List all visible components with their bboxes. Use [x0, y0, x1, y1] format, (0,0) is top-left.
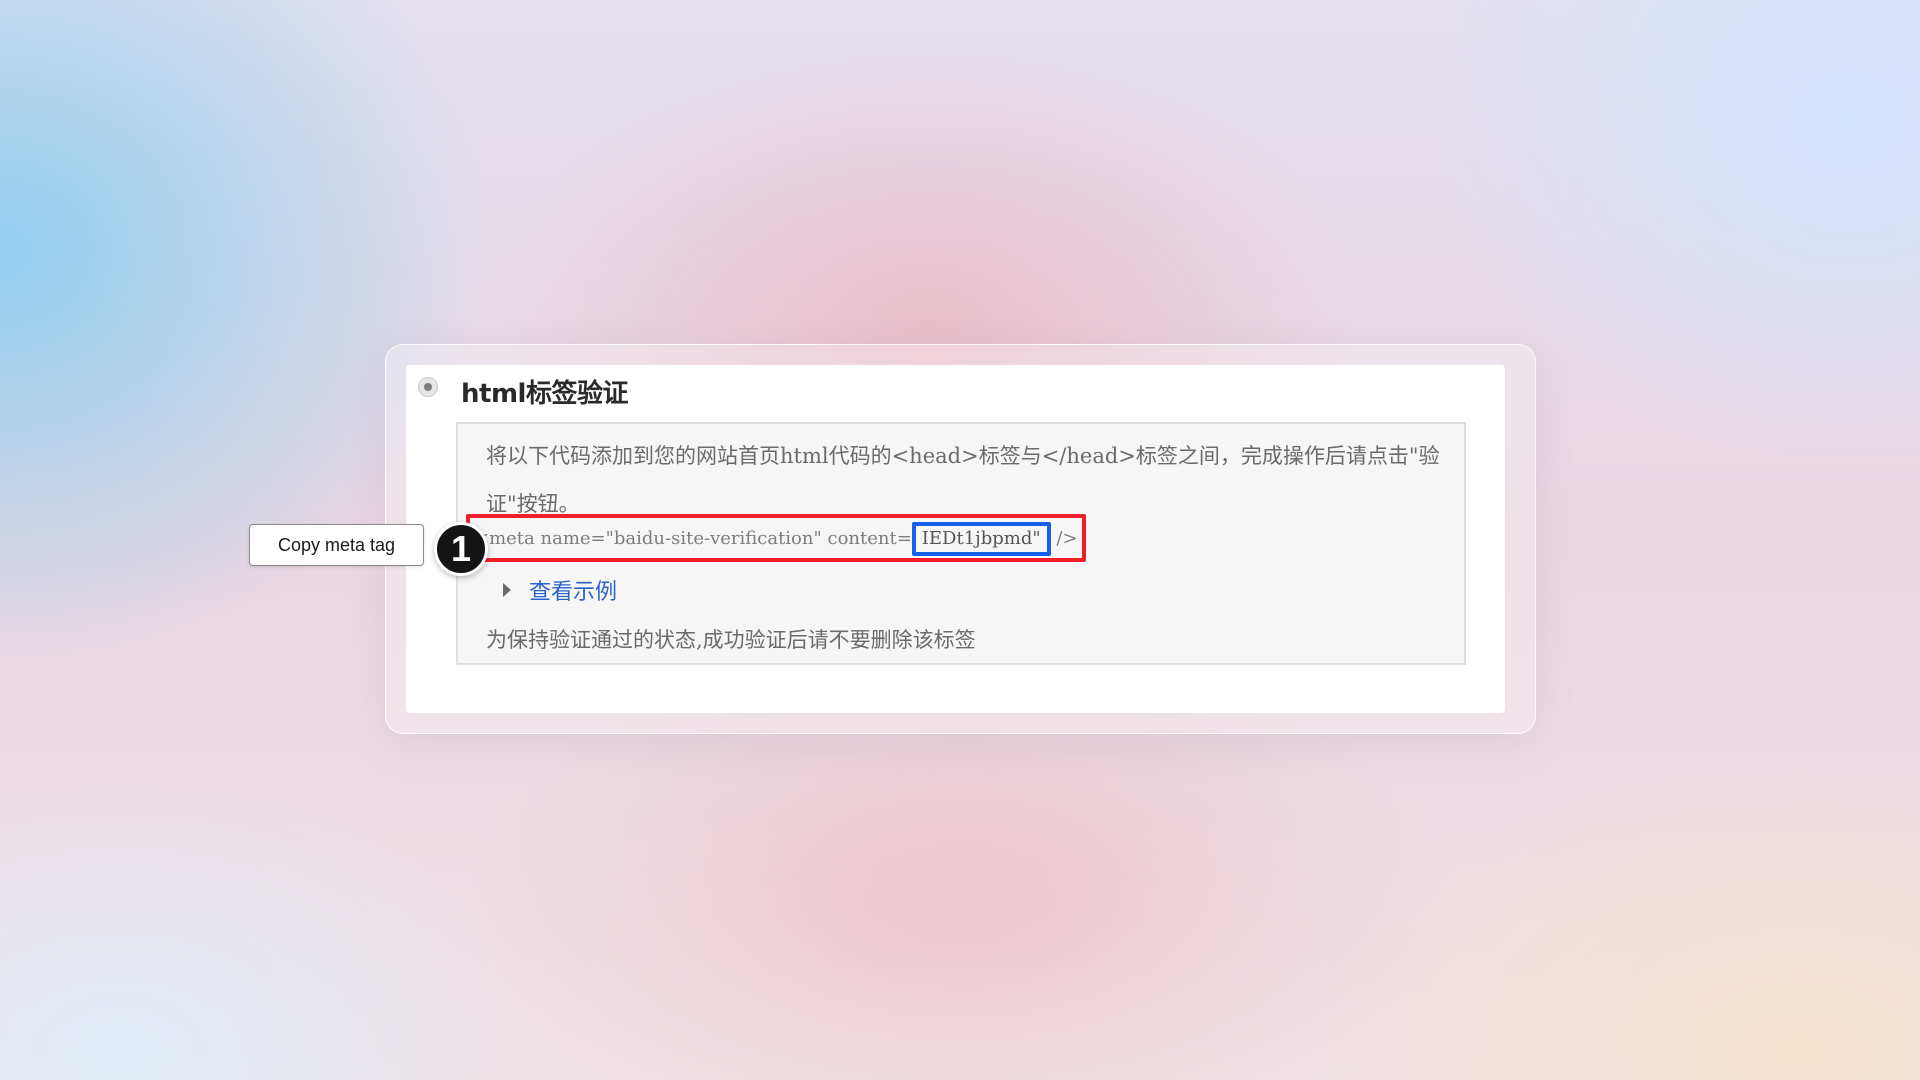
view-example-link[interactable]: 查看示例	[529, 574, 617, 606]
verification-radio[interactable]	[418, 377, 438, 397]
keep-tag-note: 为保持验证通过的状态,成功验证后请不要删除该标签	[486, 628, 976, 652]
verification-panel: html标签验证 将以下代码添加到您的网站首页html代码的<head>标签与<…	[406, 365, 1505, 713]
view-example-toggle[interactable]: 查看示例	[503, 574, 617, 606]
option-title: html标签验证	[461, 379, 628, 409]
step-number-badge: 1	[434, 522, 488, 576]
meta-tag-code[interactable]: <meta name="baidu-site-verification" con…	[474, 522, 1078, 556]
copy-meta-tag-tooltip: Copy meta tag	[249, 524, 424, 566]
caret-right-icon	[503, 583, 511, 597]
verification-code-value[interactable]: IEDt1jbpmd"	[911, 522, 1051, 556]
meta-tag-suffix: />	[1050, 528, 1078, 549]
radio-dot	[424, 383, 432, 391]
meta-tag-prefix: <meta name="baidu-site-verification" con…	[474, 528, 912, 549]
instruction-box: 将以下代码添加到您的网站首页html代码的<head>标签与</head>标签之…	[456, 422, 1466, 665]
panel-frame: html标签验证 将以下代码添加到您的网站首页html代码的<head>标签与<…	[385, 344, 1536, 734]
